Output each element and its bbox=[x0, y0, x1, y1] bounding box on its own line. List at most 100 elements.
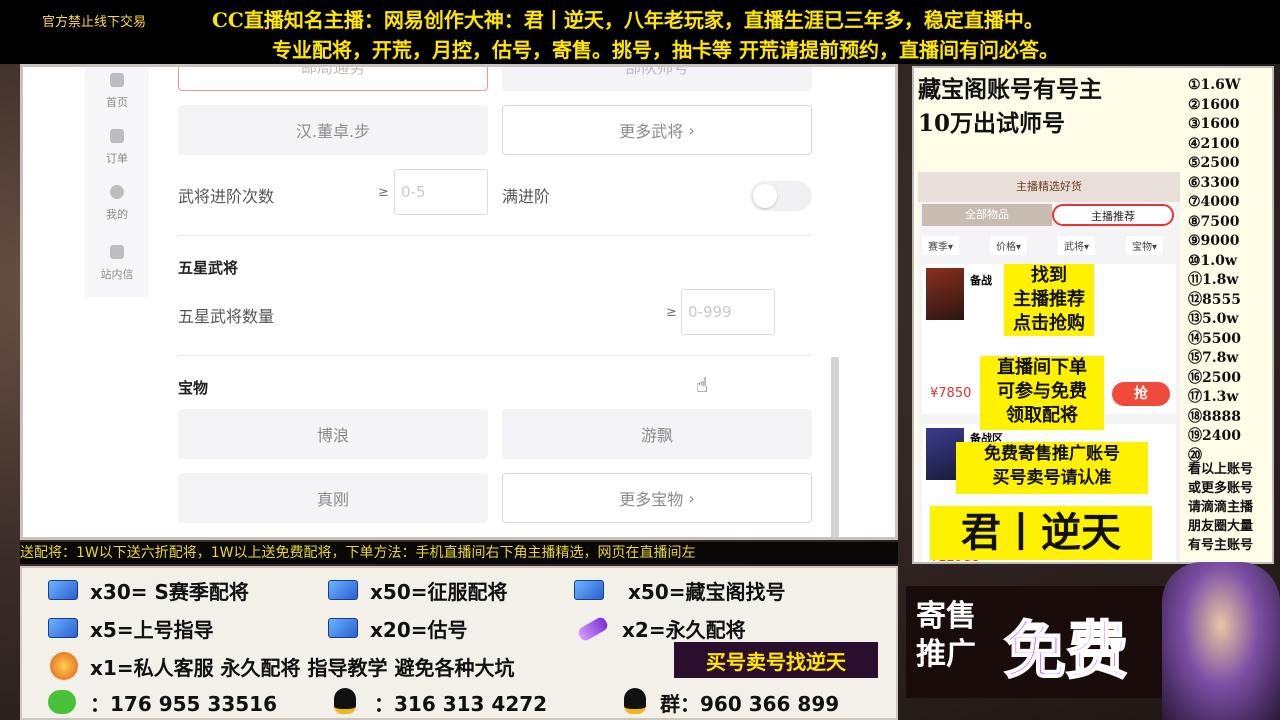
advance-count-input[interactable]: 0-5 bbox=[394, 169, 488, 215]
list-note-line: 请滴滴主播 bbox=[1188, 500, 1254, 515]
sidebar-item-home[interactable]: 首页 bbox=[85, 73, 149, 110]
qq-contact: ：316 313 4272 bbox=[374, 692, 548, 716]
advance-count-label: 武将进阶次数 bbox=[178, 187, 275, 206]
wechat-contact: ：176 955 33516 bbox=[90, 692, 278, 716]
list-item: ⑰1.3w bbox=[1188, 389, 1239, 405]
sidebar-item-label: 站内信 bbox=[100, 268, 134, 281]
divider bbox=[178, 235, 812, 236]
list-note-line: 有号主账号 bbox=[1188, 538, 1254, 553]
goods-title: 备战 bbox=[970, 274, 992, 287]
list-item: ⑬5.0w bbox=[1188, 311, 1239, 327]
list-item: ⑩1.0w bbox=[1188, 252, 1237, 269]
list-item: ⑪1.8w bbox=[1188, 272, 1239, 288]
qq-icon bbox=[624, 688, 646, 714]
promo-sub-line: 推广 bbox=[916, 637, 976, 672]
tab-all-items[interactable]: 全部物品 bbox=[922, 204, 1052, 226]
shop-header: 主播精选好货 bbox=[918, 172, 1180, 202]
five-star-count-input[interactable]: 0-999 bbox=[681, 289, 775, 335]
sidebar-item-me[interactable]: 我的 bbox=[85, 185, 149, 222]
sidebar-item-label: 首页 bbox=[106, 96, 128, 109]
hand-cursor-icon: ☝ bbox=[696, 373, 709, 397]
account-price-list: ①1.6W ②1600 ③1600 ④2100 ⑤2500 ⑥3300 ⑦400… bbox=[1188, 76, 1272, 466]
sidebar-item-label: 订单 bbox=[106, 152, 128, 165]
list-note-line: 或更多账号 bbox=[1188, 481, 1254, 496]
sidebar-item-orders[interactable]: 订单 bbox=[85, 129, 149, 166]
more-heroes-button[interactable]: 更多武将 › bbox=[502, 105, 812, 155]
qq-icon bbox=[334, 688, 356, 714]
top-banner: 官方禁止线下交易 CC直播知名主播：网易创作大神：君丨逆天，八年老玩家，直播生涯… bbox=[0, 0, 1280, 64]
promo-sub: 寄售 推广 bbox=[916, 598, 976, 674]
character-illustration bbox=[1162, 562, 1280, 720]
streamer-name: 君丨逆天 bbox=[930, 506, 1152, 560]
vip-icon bbox=[50, 652, 78, 680]
full-advance-toggle[interactable] bbox=[750, 181, 812, 211]
crystal-icon bbox=[576, 615, 610, 643]
list-item: ⑫8555 bbox=[1188, 291, 1241, 308]
price-item: x20=估号 bbox=[370, 618, 468, 642]
treasure-option-bolang[interactable]: 博浪 bbox=[178, 409, 488, 459]
more-heroes-label: 更多武将 bbox=[619, 122, 684, 141]
mail-icon bbox=[110, 245, 124, 259]
price-item: x2=永久配将 bbox=[622, 618, 746, 642]
filter-content: 邮局通务 部队帅号 汉.董卓.步 更多武将 › 武将进阶次数 ≥ 0-5 满进阶… bbox=[178, 67, 818, 537]
hero-option[interactable]: 部队帅号 bbox=[502, 67, 812, 91]
right-title-2: 10万出试师号 bbox=[918, 110, 1066, 137]
hero-option-selected[interactable]: 邮局通务 bbox=[178, 67, 488, 91]
list-item: ⑧7500 bbox=[1188, 213, 1240, 230]
note-find-recommend: 找到 主播推荐 点击抢购 bbox=[1004, 264, 1094, 336]
price-item: x30= S赛季配将 bbox=[90, 580, 249, 604]
list-item: ②1600 bbox=[1188, 96, 1240, 113]
home-icon bbox=[110, 73, 124, 87]
price-item: x50=征服配将 bbox=[370, 580, 508, 604]
sidebar: 首页 订单 我的 站内信 bbox=[85, 67, 149, 297]
list-item: ⑤2500 bbox=[1188, 155, 1240, 171]
filter-hero[interactable]: 武将▾ bbox=[1058, 236, 1096, 255]
list-item: ③1600 bbox=[1188, 116, 1240, 132]
more-treasures-label: 更多宝物 bbox=[619, 490, 684, 509]
scrolling-ticker: 送配将：1W以下送六折配将，1W以上送免费配将，下单方法：手机直播间右下角主播精… bbox=[20, 542, 898, 564]
right-title-1: 藏宝阁账号有号主 bbox=[918, 76, 1102, 103]
treasure-option-youpiao[interactable]: 游飘 bbox=[502, 409, 812, 459]
app-window: 首页 订单 我的 站内信 邮局通务 部队帅号 汉.董卓.步 更多武将 › 武将进… bbox=[20, 64, 898, 540]
five-star-count-label: 五星武将数量 bbox=[178, 307, 275, 326]
user-icon bbox=[110, 185, 124, 199]
chevron-right-icon: › bbox=[683, 488, 695, 508]
note-order-free: 直播间下单 可参与免费 领取配将 bbox=[980, 356, 1104, 430]
list-item: ⑭5500 bbox=[1188, 330, 1241, 347]
list-item: ④2100 bbox=[1188, 135, 1240, 152]
price-item: x50=藏宝阁找号 bbox=[628, 580, 786, 604]
ge-symbol: ≥ bbox=[378, 185, 389, 200]
filter-row: 赛季▾ 价格▾ 武将▾ 宝物▾ bbox=[918, 232, 1180, 258]
list-note-line: 朋友圈大量 bbox=[1188, 519, 1254, 534]
filter-treasure[interactable]: 宝物▾ bbox=[1126, 236, 1164, 255]
price-panel: x30= S赛季配将 x50=征服配将 x50=藏宝阁找号 x5=上号指导 x2… bbox=[20, 566, 898, 720]
qq-group: 群：960 366 899 bbox=[660, 692, 840, 716]
sidebar-item-messages[interactable]: 站内信 bbox=[85, 245, 149, 282]
right-info-panel: 藏宝阁账号有号主 10万出试师号 ①1.6W ②1600 ③1600 ④2100… bbox=[912, 66, 1274, 564]
filter-season[interactable]: 赛季▾ bbox=[922, 236, 960, 255]
ge-symbol: ≥ bbox=[666, 305, 677, 320]
list-item: ⑲2400 bbox=[1188, 428, 1241, 444]
note-free-consign: 免费寄售推广账号 买号卖号请认准 bbox=[956, 442, 1148, 494]
hero-option-dongzhuo[interactable]: 汉.董卓.步 bbox=[178, 105, 488, 155]
list-item: ①1.6W bbox=[1188, 77, 1241, 93]
price-item: x1=私人客服 永久配将 指导教学 避免各种大坑 bbox=[90, 656, 515, 680]
list-item: ⑯2500 bbox=[1188, 369, 1241, 386]
chevron-right-icon: › bbox=[683, 120, 695, 140]
ticket-icon bbox=[328, 618, 358, 638]
top-line-1: CC直播知名主播：网易创作大神：君丨逆天，八年老玩家，直播生涯已三年多，稳定直播… bbox=[212, 8, 1044, 32]
ticket-icon bbox=[574, 580, 604, 600]
grab-button[interactable]: 抢 bbox=[1112, 382, 1170, 406]
tab-recommended[interactable]: 主播推荐 bbox=[1052, 204, 1174, 226]
list-item: ⑥3300 bbox=[1188, 174, 1240, 191]
filter-price[interactable]: 价格▾ bbox=[990, 236, 1028, 255]
hero-avatar bbox=[926, 268, 964, 320]
sidebar-item-label: 我的 bbox=[106, 208, 128, 221]
top-line-2: 专业配将，开荒，月控，估号，寄售。挑号，抽卡等 开荒请提前预约，直播间有问必答。 bbox=[272, 38, 1059, 62]
price-item: x5=上号指导 bbox=[90, 618, 214, 642]
more-treasures-button[interactable]: 更多宝物 › bbox=[502, 473, 812, 523]
order-icon bbox=[110, 129, 124, 143]
treasure-option-zhengang[interactable]: 真刚 bbox=[178, 473, 488, 523]
scrollbar[interactable] bbox=[831, 357, 839, 537]
wechat-icon bbox=[48, 690, 76, 714]
